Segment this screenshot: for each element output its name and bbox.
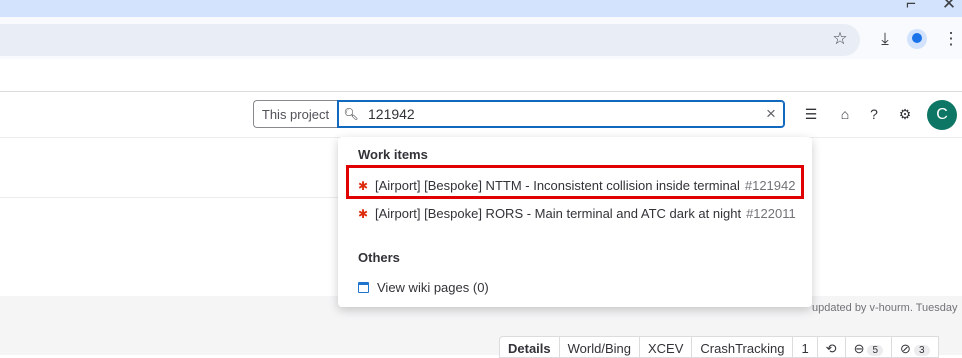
bug-icon: ✱ xyxy=(358,206,369,221)
wiki-icon xyxy=(358,282,369,293)
work-item-result[interactable]: ✱ [Airport] [Bespoke] RORS - Main termin… xyxy=(358,206,796,221)
link-icon: ⊖ xyxy=(853,341,865,356)
search-icon: 🔍︎ xyxy=(343,107,359,121)
avatar[interactable]: C xyxy=(927,100,957,130)
merge-requests-icon[interactable]: ⌂ xyxy=(834,104,856,124)
minimize-icon[interactable]: ⌐ xyxy=(900,0,922,14)
admin-icon[interactable]: ⚙ xyxy=(894,104,916,124)
help-icon[interactable]: ? xyxy=(863,104,885,124)
todo-list-icon[interactable]: ☰ xyxy=(800,104,822,124)
view-wiki-pages-label: View wiki pages (0) xyxy=(377,280,489,295)
address-bar[interactable] xyxy=(0,24,860,56)
search-input[interactable] xyxy=(364,106,758,122)
more-vert-icon[interactable]: ⋮ xyxy=(940,29,962,49)
search-scope-button[interactable]: This project xyxy=(253,100,337,128)
clear-icon[interactable]: × xyxy=(758,104,784,124)
search-box[interactable]: 🔍︎ × xyxy=(337,100,785,128)
work-item-id: #122011 xyxy=(746,206,796,221)
work-items-heading: Work items xyxy=(358,147,428,162)
attachments-count: 3 xyxy=(913,345,930,356)
search-dropdown: Work items ✱ [Airport] [Bespoke] NTTM - … xyxy=(338,137,812,307)
highlight-box xyxy=(346,165,804,199)
close-icon[interactable]: ✕ xyxy=(938,0,960,14)
star-icon[interactable]: ☆ xyxy=(829,29,851,49)
download-icon[interactable]: ⤓ xyxy=(874,29,896,49)
content-divider xyxy=(0,197,340,198)
history-icon: ⟲ xyxy=(825,341,837,356)
profile-icon[interactable] xyxy=(907,29,927,49)
others-heading: Others xyxy=(358,250,400,265)
links-count: 5 xyxy=(867,345,884,356)
updated-text: updated by v-hourm. Tuesday xyxy=(812,302,958,314)
view-wiki-pages-link[interactable]: View wiki pages (0) xyxy=(358,280,489,295)
work-item-title: [Airport] [Bespoke] RORS - Main terminal… xyxy=(375,206,742,221)
paperclip-icon: ⊘ xyxy=(900,341,911,356)
browser-titlebar: ⌐ ✕ xyxy=(0,0,962,17)
